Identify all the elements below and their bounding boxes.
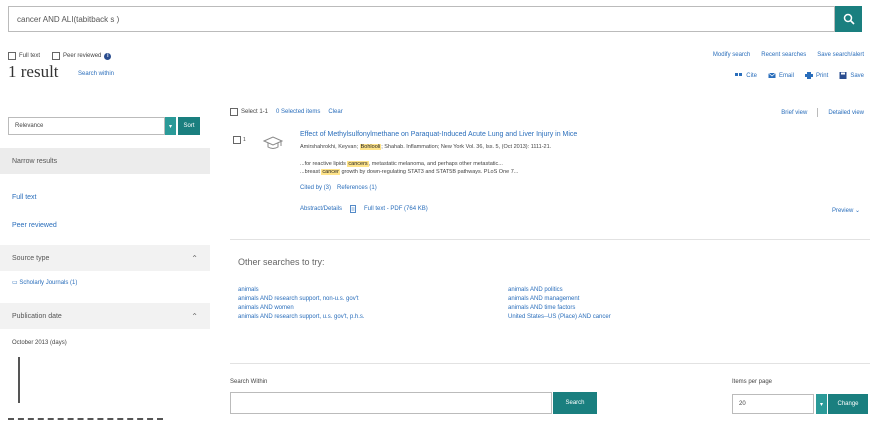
result-snippet: ...for reactive lipids cancers, metastat… (300, 161, 503, 167)
divider (230, 363, 870, 364)
keyword-highlight: cancer (321, 169, 340, 175)
search-box[interactable] (8, 6, 835, 32)
search-within-input[interactable] (230, 392, 552, 414)
pdf-icon (350, 205, 356, 213)
print-button[interactable]: Print (804, 72, 828, 79)
other-searches-left: animals animals AND research support, no… (238, 287, 365, 320)
result-count: 1 result (8, 62, 59, 81)
items-per-page-select[interactable]: 20 (732, 394, 814, 414)
search-icon (843, 13, 855, 25)
view-toggle: Brief view Detailed view (781, 108, 864, 117)
search-tools: Modify search Recent searches Save searc… (713, 52, 864, 58)
select-all[interactable]: Select 1-1 (230, 108, 268, 116)
abstract-details-link[interactable]: Abstract/Details (300, 206, 342, 212)
peer-reviewed-facet-link[interactable]: Peer reviewed (12, 222, 57, 229)
other-searches-title: Other searches to try: (238, 257, 325, 267)
divider (230, 239, 870, 240)
sort-dropdown-arrow[interactable]: ▾ (165, 117, 176, 135)
full-text-pdf-link[interactable]: Full text - PDF (764 KB) (364, 206, 428, 212)
search-filters: Full text Peer reviewed i (8, 52, 112, 60)
brief-view-link[interactable]: Brief view (781, 110, 807, 116)
sort-select[interactable]: Relevance (8, 117, 165, 135)
select-all-checkbox[interactable] (230, 108, 238, 116)
email-icon (768, 72, 776, 78)
search-within-link[interactable]: Search within (78, 71, 114, 77)
chevron-up-icon: ⌃ (191, 253, 198, 263)
full-text-facet-link[interactable]: Full text (12, 194, 37, 201)
search-within-label: Search Within (230, 379, 268, 385)
peer-reviewed-checkbox[interactable] (52, 52, 61, 60)
recent-searches-link[interactable]: Recent searches (761, 52, 806, 58)
result-title-link[interactable]: Effect of Methylsulfonylmethane on Paraq… (300, 131, 840, 138)
search-within-button[interactable]: Search (553, 392, 597, 414)
suggested-search-link[interactable]: animals AND politics (508, 287, 611, 293)
result-checkbox[interactable] (233, 136, 241, 144)
scholarly-journals-facet-link[interactable]: ▭ Scholarly Journals (1) (12, 279, 77, 286)
sort-button[interactable]: Sort (178, 117, 200, 135)
clear-link[interactable]: Clear (328, 109, 342, 115)
publication-date-facet[interactable]: Publication date ⌃ (0, 303, 210, 329)
suggested-search-link[interactable]: animals AND women (238, 305, 365, 311)
print-icon (804, 72, 813, 79)
chevron-down-icon: ▾ (819, 401, 823, 408)
result-authors: Amirshahrokhi, Keyvan; Bohlooli; Shahab.… (300, 144, 552, 150)
preview-link[interactable]: Preview ⌄ (832, 207, 860, 214)
items-per-page-label: Items per page (732, 379, 773, 385)
suggested-search-link[interactable]: animals AND management (508, 296, 611, 302)
other-searches-right: animals AND politics animals AND managem… (508, 287, 611, 320)
scholarly-journal-icon (262, 136, 284, 149)
chevron-up-icon: ⌃ (191, 311, 198, 321)
chevron-down-icon: ⌄ (854, 208, 860, 214)
detailed-view-link[interactable]: Detailed view (828, 110, 864, 116)
save-icon (839, 72, 847, 79)
result-checkbox-row[interactable]: 1 (233, 136, 246, 144)
items-per-page-dropdown-arrow[interactable]: ▾ (816, 394, 827, 414)
divider (817, 108, 819, 117)
suggested-search-link[interactable]: animals AND research support, non-u.s. g… (238, 296, 365, 302)
email-button[interactable]: Email (768, 72, 794, 79)
cite-button[interactable]: Cite (735, 72, 757, 79)
save-search-alert-link[interactable]: Save search/alert (817, 52, 864, 58)
citation-links: Cited by (3) References (1) (300, 185, 377, 191)
full-text-filter[interactable]: Full text (8, 52, 40, 60)
date-chart-axis (8, 418, 163, 421)
chevron-down-icon: ▾ (168, 123, 172, 130)
keyword-highlight: Bohlooli (359, 144, 382, 150)
source-type-facet[interactable]: Source type ⌃ (0, 245, 210, 271)
quote-icon (735, 73, 743, 76)
references-link[interactable]: References (1) (337, 185, 377, 191)
full-text-checkbox[interactable] (8, 52, 16, 60)
suggested-search-link[interactable]: animals AND time factors (508, 305, 611, 311)
cited-by-link[interactable]: Cited by (3) (300, 185, 331, 191)
change-button[interactable]: Change (828, 394, 868, 414)
search-button[interactable] (835, 6, 862, 32)
search-input[interactable] (9, 7, 834, 31)
date-chart-bar (18, 357, 20, 403)
full-text-links: Abstract/Details Full text - PDF (764 KB… (300, 205, 428, 213)
result-number: 1 (243, 137, 246, 143)
narrow-results-header: Narrow results (0, 148, 210, 174)
date-range-label: October 2013 (days) (12, 340, 67, 346)
peer-reviewed-filter[interactable]: Peer reviewed i (52, 52, 112, 60)
selection-bar: Select 1-1 0 Selected items Clear (230, 108, 343, 116)
save-button[interactable]: Save (839, 72, 864, 79)
modify-search-link[interactable]: Modify search (713, 52, 750, 58)
result-snippet: ...breast cancer growth by down-regulati… (300, 169, 519, 175)
suggested-search-link[interactable]: animals (238, 287, 365, 293)
result-actions: Cite Email Print Save (735, 72, 864, 79)
keyword-highlight: cancers (347, 161, 369, 167)
suggested-search-link[interactable]: United States--US (Place) AND cancer (508, 314, 611, 320)
info-icon[interactable]: i (104, 52, 112, 60)
selected-items-link[interactable]: 0 Selected items (276, 109, 320, 115)
suggested-search-link[interactable]: animals AND research support, u.s. gov't… (238, 314, 365, 320)
